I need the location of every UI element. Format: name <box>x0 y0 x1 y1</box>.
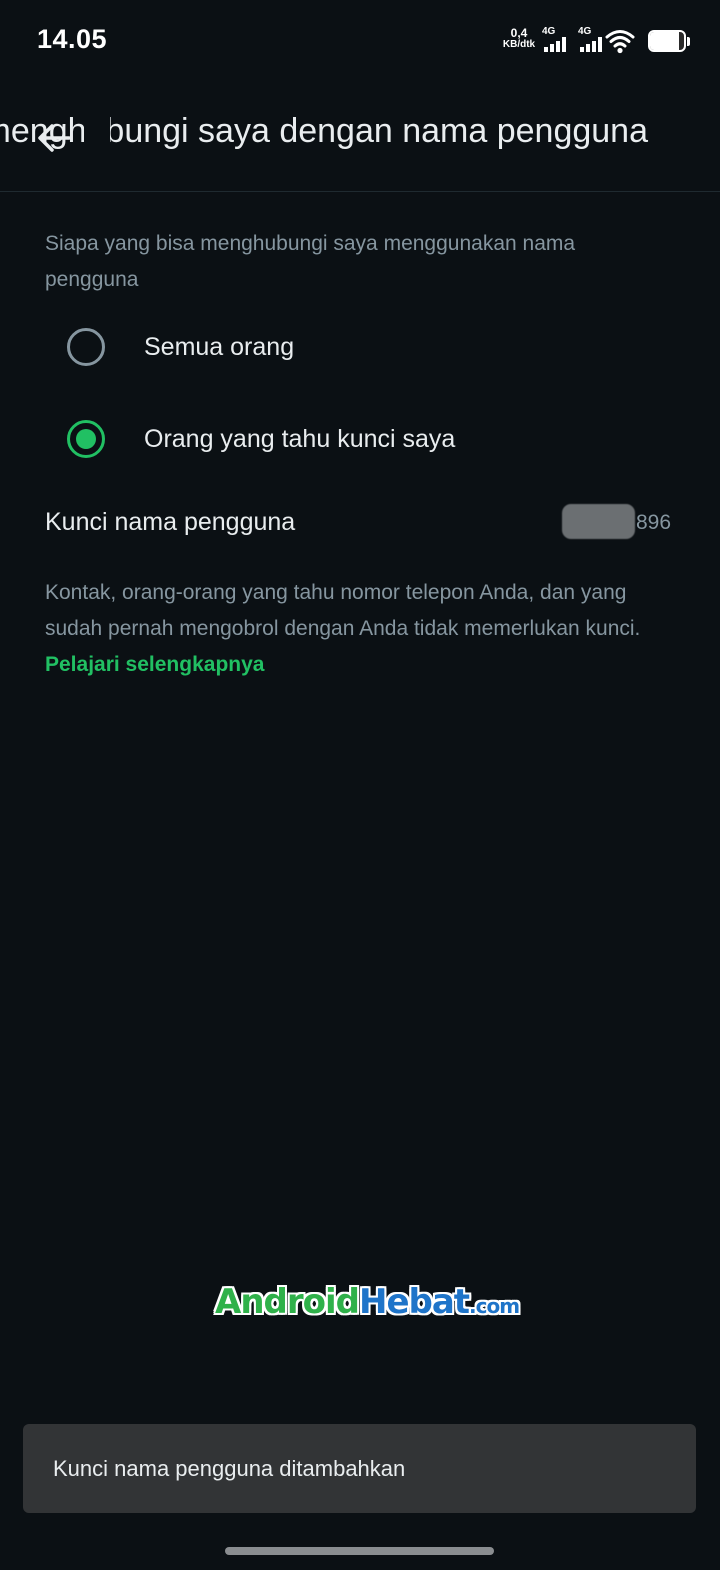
sim1-network-label: 4G <box>542 26 556 37</box>
title-overflow-mask <box>84 82 110 191</box>
option-people-with-key-label: Orang yang tahu kunci saya <box>144 424 456 453</box>
watermark-part-hebat: Hebat <box>358 1282 470 1322</box>
username-key-label: Kunci nama pengguna <box>45 508 296 536</box>
section-description: Siapa yang bisa menghubungi saya menggun… <box>45 232 576 291</box>
status-time: 14.05 <box>37 24 108 54</box>
watermark-part-domain: .com <box>469 1294 520 1318</box>
option-everyone-label: Semua orang <box>144 332 295 361</box>
learn-more-link[interactable]: Pelajari selengkapnya <box>45 653 264 676</box>
sim2-network-label: 4G <box>578 26 592 37</box>
username-key-value: 896 <box>636 511 672 534</box>
battery-tip <box>687 37 690 46</box>
redacted-key-mask <box>562 504 635 539</box>
screen: 14.05 0,4 KB/dtk 4G 4G saya dengan nama … <box>0 0 720 1570</box>
battery-icon <box>648 30 686 52</box>
arrow-left-icon <box>38 124 71 152</box>
battery-level <box>650 32 679 50</box>
radio-button-everyone[interactable] <box>67 328 105 366</box>
snackbar-message: Kunci nama pengguna ditambahkan <box>53 1456 406 1481</box>
back-button[interactable] <box>22 106 86 170</box>
sim2-signal-icon: 4G <box>578 26 606 54</box>
network-speed: 0,4 KB/dtk <box>497 26 541 50</box>
option-people-with-key[interactable]: Orang yang tahu kunci saya <box>0 399 720 479</box>
network-speed-unit: KB/dtk <box>502 39 536 50</box>
watermark-part-android: Android <box>215 1282 360 1322</box>
status-bar: 14.05 0,4 KB/dtk 4G 4G <box>0 0 720 82</box>
info-text: Kontak, orang-orang yang tahu nomor tele… <box>45 575 685 683</box>
sim1-signal-icon: 4G <box>542 26 570 54</box>
option-everyone[interactable]: Semua orang <box>0 307 720 387</box>
network-speed-value: 0,4 <box>510 26 528 40</box>
app-bar: Siapa yang bisa menghubungi saya dengan … <box>0 82 720 192</box>
radio-button-people-with-key[interactable] <box>67 420 105 458</box>
wifi-icon <box>605 28 635 59</box>
home-indicator[interactable] <box>225 1547 494 1555</box>
snackbar: Kunci nama pengguna ditambahkan <box>23 1424 696 1513</box>
watermark-logo: AndroidHebat.com <box>215 1282 520 1322</box>
info-text-body: Kontak, orang-orang yang tahu nomor tele… <box>45 581 641 640</box>
username-key-row[interactable]: Kunci nama pengguna 896 <box>0 494 720 554</box>
